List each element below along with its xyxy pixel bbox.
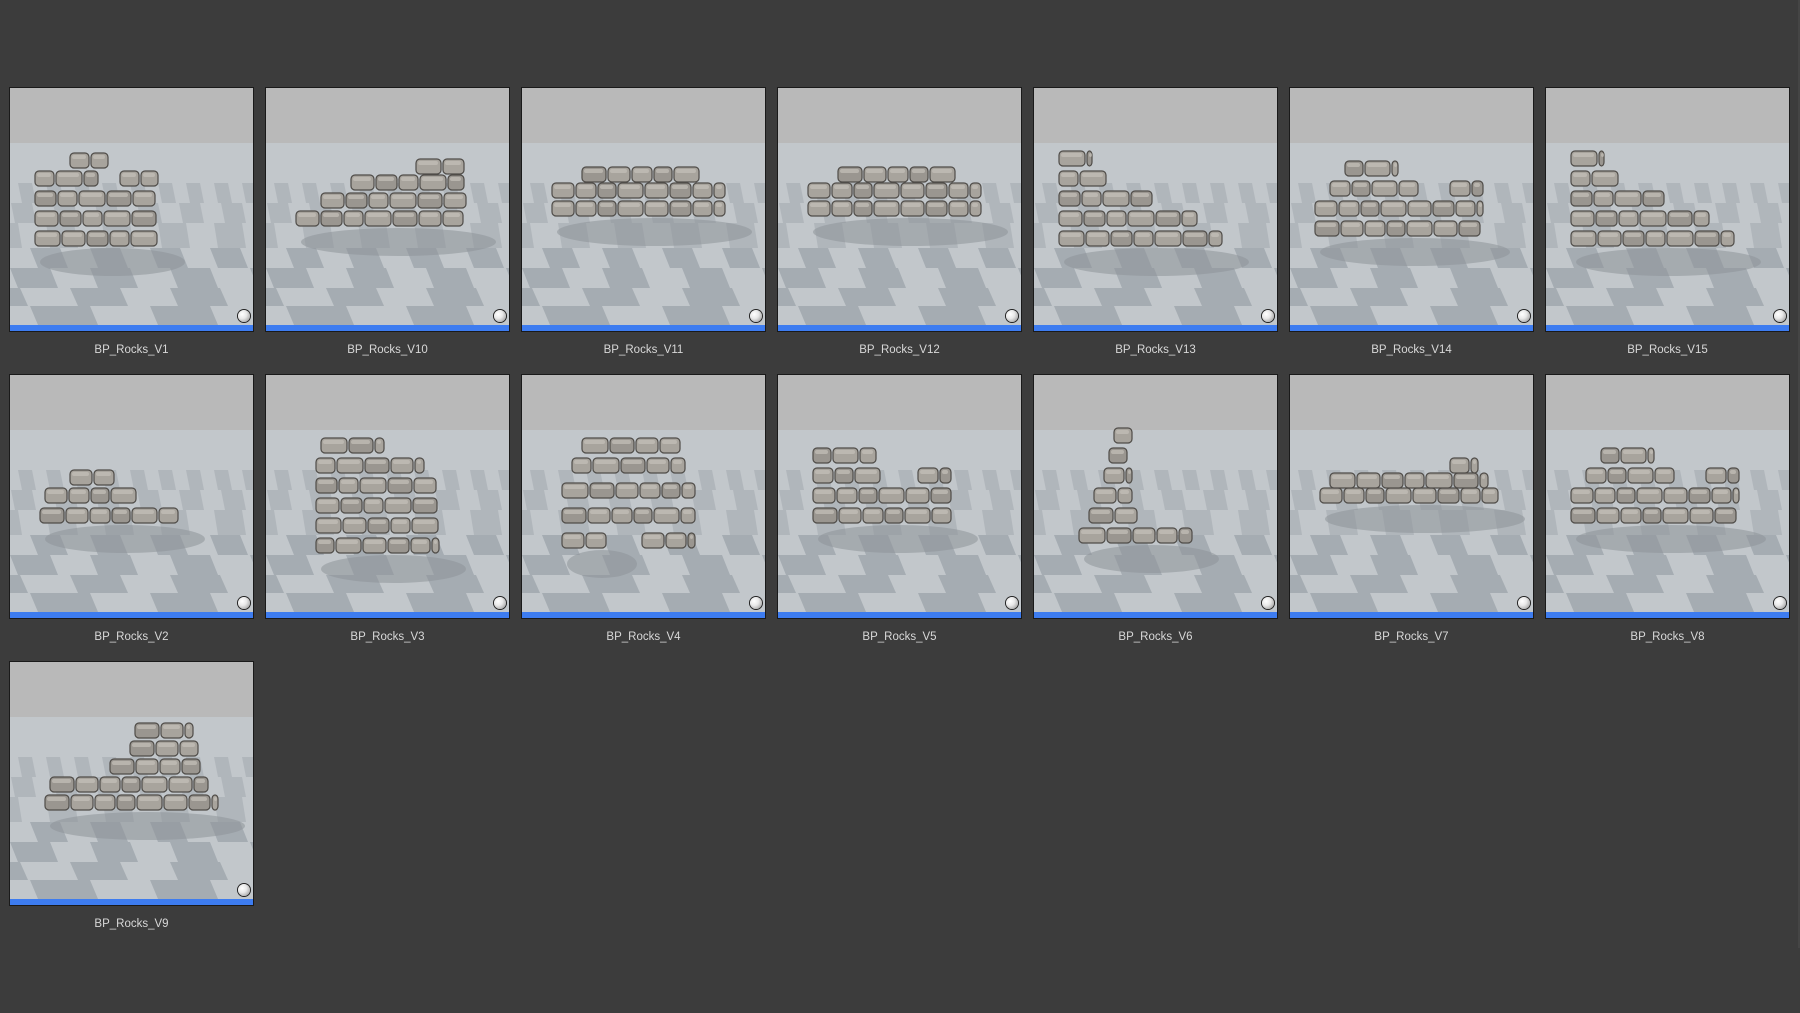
asset-name-label: BP_Rocks_V2 bbox=[94, 631, 169, 643]
asset-tile[interactable]: BP_Rocks_V13 bbox=[1033, 87, 1278, 357]
asset-tile[interactable]: BP_Rocks_V7 bbox=[1289, 374, 1534, 644]
asset-thumbnail-frame[interactable] bbox=[9, 374, 254, 619]
asset-thumbnail bbox=[1034, 88, 1277, 325]
asset-name-label: BP_Rocks_V12 bbox=[859, 344, 940, 356]
asset-name-label: BP_Rocks_V13 bbox=[1115, 344, 1196, 356]
asset-thumbnail-frame[interactable] bbox=[777, 374, 1022, 619]
asset-tile[interactable]: BP_Rocks_V15 bbox=[1545, 87, 1790, 357]
asset-thumbnail bbox=[266, 88, 509, 325]
asset-type-color-bar bbox=[522, 325, 765, 331]
asset-tile[interactable]: BP_Rocks_V2 bbox=[9, 374, 254, 644]
asset-type-color-bar bbox=[10, 612, 253, 618]
asset-name-label: BP_Rocks_V4 bbox=[606, 631, 681, 643]
asset-tile[interactable]: BP_Rocks_V8 bbox=[1545, 374, 1790, 644]
asset-thumbnail bbox=[1290, 88, 1533, 325]
asset-thumbnail-frame[interactable] bbox=[265, 374, 510, 619]
asset-thumbnail-frame[interactable] bbox=[777, 87, 1022, 332]
sphere-icon bbox=[1262, 310, 1274, 322]
asset-tile[interactable]: BP_Rocks_V5 bbox=[777, 374, 1022, 644]
asset-type-color-bar bbox=[266, 612, 509, 618]
asset-thumbnail bbox=[10, 88, 253, 325]
sphere-icon bbox=[1518, 310, 1530, 322]
asset-type-color-bar bbox=[10, 325, 253, 331]
asset-type-color-bar bbox=[1034, 325, 1277, 331]
asset-name-label: BP_Rocks_V9 bbox=[94, 918, 169, 930]
asset-thumbnail-frame[interactable] bbox=[1289, 374, 1534, 619]
asset-tile[interactable]: BP_Rocks_V9 bbox=[9, 661, 254, 931]
asset-thumbnail-frame[interactable] bbox=[521, 87, 766, 332]
asset-thumbnail-frame[interactable] bbox=[9, 87, 254, 332]
sphere-icon bbox=[238, 884, 250, 896]
content-browser: BP_Rocks_V1 BP_Rocks_V10 BP_Rocks_V11 BP_Ro… bbox=[0, 0, 1800, 1013]
sphere-icon bbox=[1774, 310, 1786, 322]
asset-tile[interactable]: BP_Rocks_V4 bbox=[521, 374, 766, 644]
asset-type-color-bar bbox=[1546, 612, 1789, 618]
asset-tile[interactable]: BP_Rocks_V6 bbox=[1033, 374, 1278, 644]
sphere-icon bbox=[1262, 597, 1274, 609]
sphere-icon bbox=[750, 597, 762, 609]
asset-thumbnail-frame[interactable] bbox=[1545, 374, 1790, 619]
sphere-icon bbox=[1518, 597, 1530, 609]
asset-thumbnail bbox=[522, 375, 765, 612]
asset-name-label: BP_Rocks_V3 bbox=[350, 631, 425, 643]
sphere-icon bbox=[1774, 597, 1786, 609]
asset-tile[interactable]: BP_Rocks_V14 bbox=[1289, 87, 1534, 357]
asset-thumbnail bbox=[522, 88, 765, 325]
asset-thumbnail bbox=[778, 375, 1021, 612]
asset-type-color-bar bbox=[1034, 612, 1277, 618]
sphere-icon bbox=[494, 597, 506, 609]
asset-thumbnail bbox=[266, 375, 509, 612]
asset-name-label: BP_Rocks_V1 bbox=[94, 344, 169, 356]
asset-name-label: BP_Rocks_V10 bbox=[347, 344, 428, 356]
asset-type-color-bar bbox=[266, 325, 509, 331]
asset-thumbnail-frame[interactable] bbox=[9, 661, 254, 906]
asset-tile[interactable]: BP_Rocks_V3 bbox=[265, 374, 510, 644]
asset-thumbnail-frame[interactable] bbox=[521, 374, 766, 619]
asset-tile[interactable]: BP_Rocks_V12 bbox=[777, 87, 1022, 357]
asset-thumbnail-frame[interactable] bbox=[265, 87, 510, 332]
asset-thumbnail bbox=[10, 375, 253, 612]
asset-tile[interactable]: BP_Rocks_V10 bbox=[265, 87, 510, 357]
asset-thumbnail-frame[interactable] bbox=[1545, 87, 1790, 332]
sphere-icon bbox=[1006, 310, 1018, 322]
asset-tile[interactable]: BP_Rocks_V1 bbox=[9, 87, 254, 357]
asset-name-label: BP_Rocks_V7 bbox=[1374, 631, 1449, 643]
asset-tile[interactable]: BP_Rocks_V11 bbox=[521, 87, 766, 357]
asset-name-label: BP_Rocks_V6 bbox=[1118, 631, 1193, 643]
asset-name-label: BP_Rocks_V8 bbox=[1630, 631, 1705, 643]
asset-thumbnail bbox=[1546, 88, 1789, 325]
asset-thumbnail bbox=[1034, 375, 1277, 612]
asset-thumbnail bbox=[778, 88, 1021, 325]
asset-thumbnail bbox=[1290, 375, 1533, 612]
asset-name-label: BP_Rocks_V5 bbox=[862, 631, 937, 643]
asset-thumbnail-frame[interactable] bbox=[1033, 87, 1278, 332]
asset-name-label: BP_Rocks_V11 bbox=[603, 344, 684, 356]
asset-type-color-bar bbox=[1546, 325, 1789, 331]
asset-type-color-bar bbox=[10, 899, 253, 905]
asset-thumbnail bbox=[1546, 375, 1789, 612]
asset-thumbnail-frame[interactable] bbox=[1033, 374, 1278, 619]
asset-name-label: BP_Rocks_V14 bbox=[1371, 344, 1452, 356]
asset-thumbnail bbox=[10, 662, 253, 899]
sphere-icon bbox=[1006, 597, 1018, 609]
asset-type-color-bar bbox=[1290, 612, 1533, 618]
asset-type-color-bar bbox=[778, 325, 1021, 331]
asset-type-color-bar bbox=[778, 612, 1021, 618]
asset-type-color-bar bbox=[522, 612, 765, 618]
sphere-icon bbox=[238, 310, 250, 322]
sphere-icon bbox=[494, 310, 506, 322]
asset-thumbnail-frame[interactable] bbox=[1289, 87, 1534, 332]
asset-name-label: BP_Rocks_V15 bbox=[1627, 344, 1708, 356]
sphere-icon bbox=[750, 310, 762, 322]
sphere-icon bbox=[238, 597, 250, 609]
asset-type-color-bar bbox=[1290, 325, 1533, 331]
